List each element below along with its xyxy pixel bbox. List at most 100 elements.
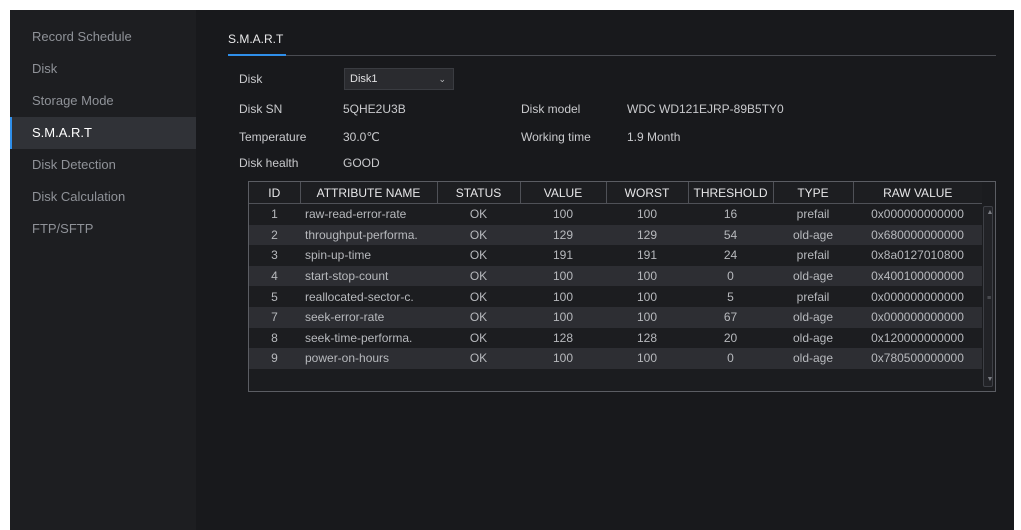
table-row[interactable]: 3 spin-up-time OK 191 191 24 prefail 0x8… — [249, 245, 982, 266]
cell-status: OK — [437, 265, 520, 287]
cell-value: 100 — [520, 265, 606, 287]
tab-smart[interactable]: S.M.A.R.T — [228, 29, 287, 56]
cell-status: OK — [437, 348, 520, 369]
table-header-row: ID ATTRIBUTE NAME STATUS VALUE WORST THR… — [249, 182, 982, 204]
cell-raw-value: 0x680000000000 — [853, 224, 982, 246]
disk-health-label: Disk health — [239, 156, 299, 170]
column-header-raw-value: RAW VALUE — [853, 182, 982, 204]
cell-type: old-age — [773, 224, 853, 246]
disk-select-value: Disk1 — [350, 73, 378, 85]
sidebar: Record Schedule Disk Storage Mode S.M.A.… — [10, 10, 196, 530]
cell-status: OK — [437, 327, 520, 349]
table-row[interactable]: 4 start-stop-count OK 100 100 0 old-age … — [249, 265, 982, 287]
working-time-value: 1.9 Month — [627, 130, 681, 144]
cell-threshold: 16 — [688, 203, 773, 225]
cell-raw-value: 0x780500000000 — [853, 348, 982, 369]
cell-status: OK — [437, 245, 520, 266]
cell-raw-value: 0x120000000000 — [853, 327, 982, 349]
table-scrollbar[interactable]: ▲ ≡ ▼ — [982, 204, 994, 391]
cell-attribute-name: seek-error-rate — [300, 306, 437, 328]
cell-attribute-name: power-on-hours — [300, 348, 437, 369]
cell-status: OK — [437, 306, 520, 328]
cell-value: 100 — [520, 348, 606, 369]
cell-threshold: 20 — [688, 327, 773, 349]
cell-threshold: 54 — [688, 224, 773, 246]
cell-type: prefail — [773, 203, 853, 225]
sidebar-item-ftp-sftp[interactable]: FTP/SFTP — [10, 213, 196, 245]
cell-id: 2 — [249, 224, 300, 246]
disk-sn-value: 5QHE2U3B — [343, 102, 406, 116]
column-header-type: TYPE — [773, 182, 854, 204]
main-panel: S.M.A.R.T Disk Disk1 ⌄ Disk SN 5QHE2U3B … — [196, 10, 1014, 530]
cell-raw-value: 0x000000000000 — [853, 286, 982, 307]
cell-worst: 191 — [606, 245, 688, 266]
scroll-up-icon[interactable]: ▲ — [984, 209, 995, 217]
cell-value: 100 — [520, 203, 606, 225]
disk-sn-label: Disk SN — [239, 102, 283, 116]
cell-id: 8 — [249, 327, 300, 349]
column-header-attribute-name: ATTRIBUTE NAME — [300, 182, 438, 204]
sidebar-item-disk[interactable]: Disk — [10, 53, 196, 85]
disk-health-value: GOOD — [343, 156, 380, 170]
cell-worst: 100 — [606, 286, 688, 307]
table-row[interactable]: 2 throughput-performa. OK 129 129 54 old… — [249, 224, 982, 246]
disk-model-label: Disk model — [521, 102, 581, 116]
sidebar-item-disk-calculation[interactable]: Disk Calculation — [10, 181, 196, 213]
cell-threshold: 24 — [688, 245, 773, 266]
cell-id: 5 — [249, 286, 300, 307]
cell-id: 1 — [249, 203, 300, 225]
cell-status: OK — [437, 203, 520, 225]
cell-raw-value: 0x8a0127010800 — [853, 245, 982, 266]
cell-value: 129 — [520, 224, 606, 246]
column-header-status: STATUS — [437, 182, 521, 204]
cell-threshold: 0 — [688, 265, 773, 287]
cell-type: old-age — [773, 306, 853, 328]
cell-type: old-age — [773, 348, 853, 369]
cell-status: OK — [437, 224, 520, 246]
cell-threshold: 5 — [688, 286, 773, 307]
table-row[interactable]: 5 reallocated-sector-c. OK 100 100 5 pre… — [249, 286, 982, 307]
sidebar-item-smart[interactable]: S.M.A.R.T — [10, 117, 196, 149]
table-row[interactable]: 8 seek-time-performa. OK 128 128 20 old-… — [249, 327, 982, 349]
cell-status: OK — [437, 286, 520, 307]
cell-threshold: 0 — [688, 348, 773, 369]
smart-attributes-table: ID ATTRIBUTE NAME STATUS VALUE WORST THR… — [249, 182, 982, 369]
cell-worst: 100 — [606, 265, 688, 287]
cell-worst: 100 — [606, 348, 688, 369]
cell-value: 100 — [520, 286, 606, 307]
tab-bar: S.M.A.R.T — [228, 29, 996, 56]
sidebar-top-spacer — [10, 10, 196, 21]
cell-value: 191 — [520, 245, 606, 266]
scroll-down-icon[interactable]: ▼ — [984, 376, 995, 384]
column-header-id: ID — [249, 182, 301, 204]
disk-select[interactable]: Disk1 ⌄ — [344, 68, 454, 90]
cell-raw-value: 0x000000000000 — [853, 306, 982, 328]
sidebar-item-record-schedule[interactable]: Record Schedule — [10, 21, 196, 53]
cell-threshold: 67 — [688, 306, 773, 328]
cell-worst: 100 — [606, 203, 688, 225]
cell-attribute-name: start-stop-count — [300, 265, 437, 287]
grip-icon: ≡ — [986, 295, 992, 302]
sidebar-item-storage-mode[interactable]: Storage Mode — [10, 85, 196, 117]
table-row[interactable]: 1 raw-read-error-rate OK 100 100 16 pref… — [249, 203, 982, 225]
cell-id: 3 — [249, 245, 300, 266]
scrollbar-thumb[interactable]: ▲ ≡ ▼ — [983, 206, 993, 387]
working-time-label: Working time — [521, 130, 591, 144]
column-header-threshold: THRESHOLD — [688, 182, 774, 204]
cell-worst: 129 — [606, 224, 688, 246]
smart-table[interactable]: ID ATTRIBUTE NAME STATUS VALUE WORST THR… — [248, 181, 996, 392]
sidebar-item-disk-detection[interactable]: Disk Detection — [10, 149, 196, 181]
column-header-worst: WORST — [606, 182, 689, 204]
table-row[interactable]: 7 seek-error-rate OK 100 100 67 old-age … — [249, 306, 982, 328]
disk-label: Disk — [239, 72, 263, 86]
cell-value: 100 — [520, 306, 606, 328]
table-row[interactable]: 9 power-on-hours OK 100 100 0 old-age 0x… — [249, 348, 982, 369]
chevron-down-icon: ⌄ — [438, 74, 446, 84]
cell-attribute-name: seek-time-performa. — [300, 327, 437, 349]
cell-worst: 128 — [606, 327, 688, 349]
cell-raw-value: 0x000000000000 — [853, 203, 982, 225]
cell-attribute-name: throughput-performa. — [300, 224, 437, 246]
cell-attribute-name: spin-up-time — [300, 245, 437, 266]
temperature-label: Temperature — [239, 130, 307, 144]
cell-raw-value: 0x400100000000 — [853, 265, 982, 287]
